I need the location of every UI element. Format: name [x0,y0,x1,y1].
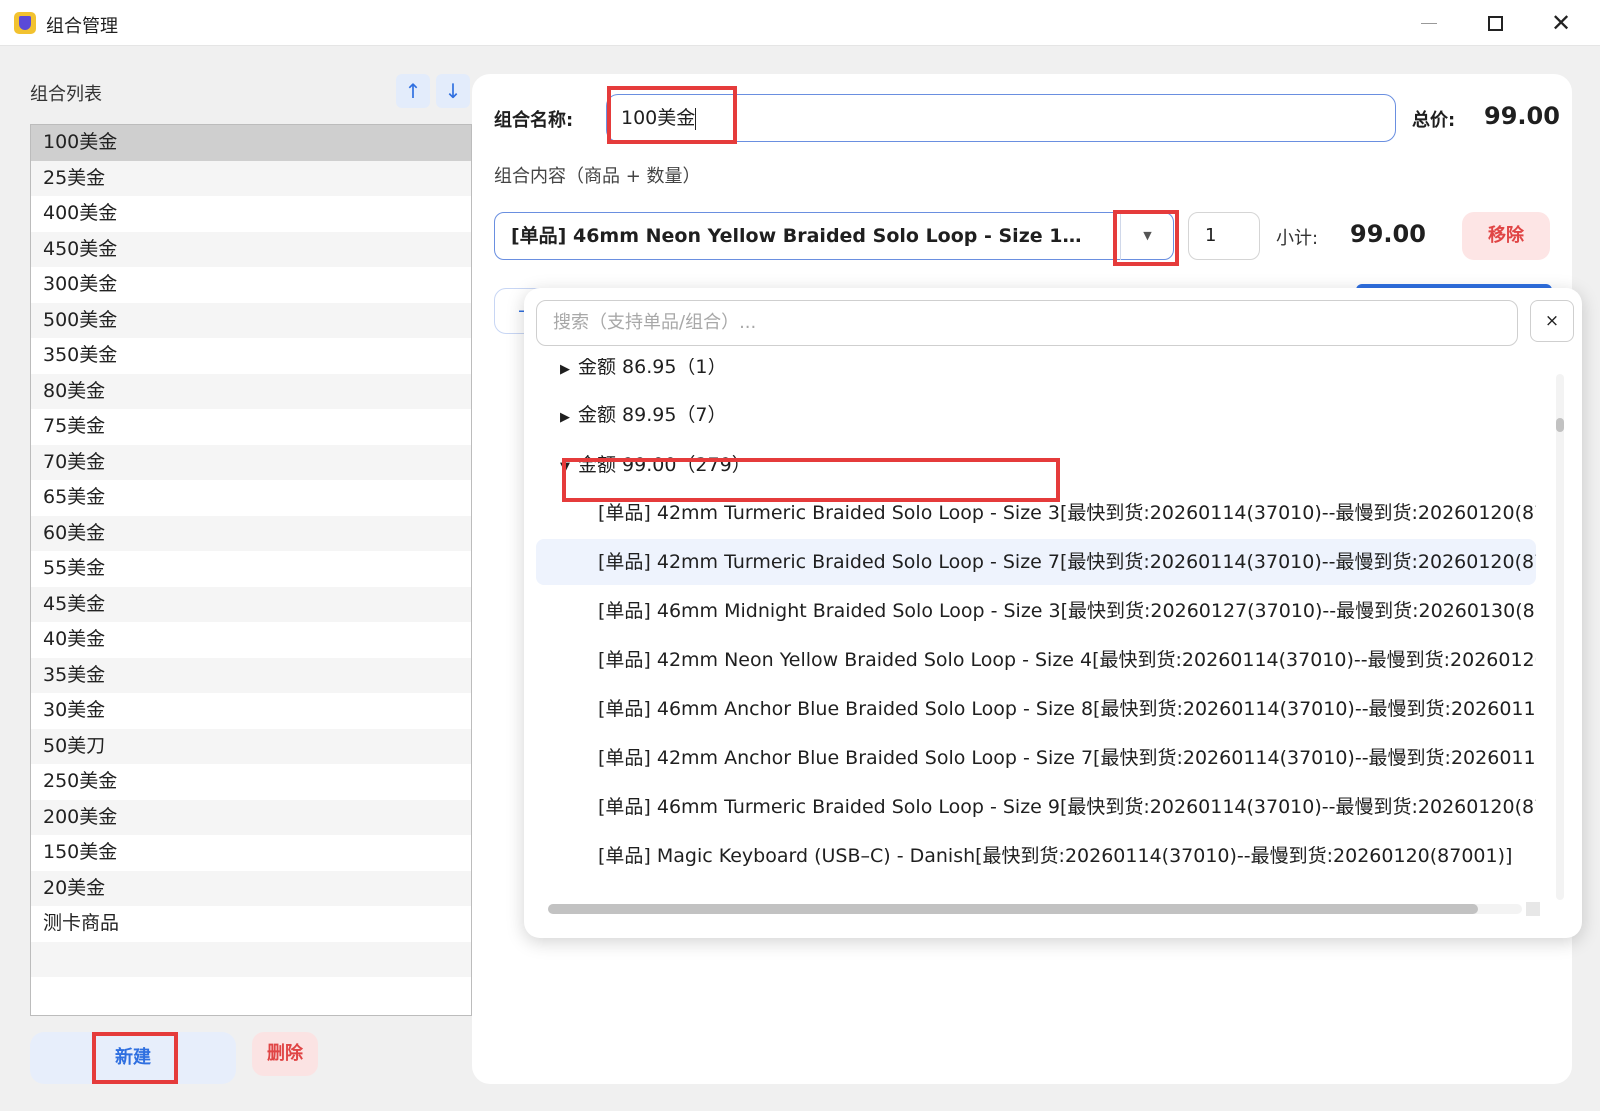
list-item-empty [31,941,471,977]
item-dropdown-popup: 搜索（支持单品/组合）... × ▶ 金额 86.95（1） ▶ 金额 89.95（7… [524,288,1582,938]
list-item-empty [31,977,471,1013]
scroll-corner [1526,902,1540,916]
tree-row-label: [单品] 42mm Turmeric Braided Solo Loop - S… [598,502,1536,524]
tree-item[interactable]: [单品] Magic Keyboard (USB–C) - Danish[最快到… [536,833,1536,879]
item-select-value: [单品] 46mm Neon Yellow Braided Solo Loop … [511,225,1091,247]
collapsed-triangle-icon[interactable]: ▶ [560,358,578,393]
tree-row-label: [单品] 42mm Anchor Blue Braided Solo Loop … [598,747,1536,769]
list-item[interactable]: 65美金 [31,480,471,516]
total-label: 总价: [1412,110,1456,131]
tree-item[interactable]: [单品] 42mm Turmeric Braided Solo Loop - S… [536,539,1536,585]
combo-content-label: 组合内容（商品 + 数量） [494,166,701,187]
tree-item[interactable]: [单品] 46mm Midnight Braided Solo Loop - S… [536,588,1536,634]
list-item[interactable]: 35美金 [31,657,471,693]
list-item[interactable]: 60美金 [31,515,471,551]
highlight-box-name [607,86,737,144]
list-item[interactable]: 300美金 [31,267,471,303]
delete-button[interactable]: 删除 [252,1032,318,1076]
tree-group[interactable]: ▶ 金额 89.95（7） [536,392,727,438]
list-item[interactable]: 测卡商品 [31,906,471,942]
list-item[interactable]: 150美金 [31,835,471,871]
vertical-scroll-thumb[interactable] [1556,418,1564,432]
list-item[interactable]: 45美金 [31,586,471,622]
maximize-button[interactable] [1462,0,1528,46]
list-item[interactable]: 55美金 [31,551,471,587]
close-icon: ✕ [1550,9,1572,37]
tree-row-label: [单品] 46mm Midnight Braided Solo Loop - S… [598,600,1536,622]
subtotal-value: 99.00 [1350,220,1426,248]
dropdown-search-input[interactable]: 搜索（支持单品/组合）... [536,300,1518,346]
tree-group-partial[interactable]: ▶ 金额 86.95（1） [536,358,727,390]
list-item[interactable]: 250美金 [31,764,471,800]
tree-row-label: 金额 89.95（7） [578,404,727,426]
list-item[interactable]: 400美金 [31,196,471,232]
combo-list-title: 组合列表 [30,84,102,105]
tree-item[interactable]: [单品] 42mm Anchor Blue Braided Solo Loop … [536,735,1536,781]
tree-row-label: [单品] 46mm Anchor Blue Braided Solo Loop … [598,698,1536,720]
list-item[interactable]: 450美金 [31,231,471,267]
remove-button[interactable]: 移除 [1462,212,1550,260]
list-item[interactable]: 75美金 [31,409,471,445]
window-title: 组合管理 [46,16,118,37]
item-tree: ▶ 金额 86.95（1） ▶ 金额 89.95（7） ▼ 金额 99.00（279） [单… [536,358,1536,888]
list-item[interactable]: 50美刀 [31,728,471,764]
minimize-button[interactable] [1396,0,1462,46]
list-item[interactable]: 40美金 [31,622,471,658]
list-item[interactable]: 80美金 [31,373,471,409]
close-button[interactable]: ✕ [1528,0,1594,46]
tree-item[interactable]: [单品] 42mm Neon Yellow Braided Solo Loop … [536,637,1536,683]
tree-row-label: 金额 86.95（1） [578,358,727,378]
clear-search-button[interactable]: × [1530,300,1574,342]
move-down-button[interactable]: ↓ [436,74,470,108]
app-shield-icon [14,12,36,34]
list-item[interactable]: 25美金 [31,160,471,196]
subtotal-label: 小计: [1276,228,1319,249]
quantity-input[interactable]: 1 [1188,212,1260,260]
highlight-box-dropdown [1113,210,1179,266]
item-select[interactable]: [单品] 46mm Neon Yellow Braided Solo Loop … [494,212,1174,260]
horizontal-scrollbar[interactable] [548,904,1522,914]
tree-row-label: [单品] 46mm Turmeric Braided Solo Loop - S… [598,796,1536,818]
vertical-scrollbar[interactable] [1556,374,1564,900]
move-up-button[interactable]: ↑ [396,74,430,108]
list-item[interactable]: 500美金 [31,302,471,338]
tree-row-label: [单品] Magic Keyboard (USB–C) - Danish[最快到… [598,845,1513,867]
tree-row-label: [单品] 42mm Neon Yellow Braided Solo Loop … [598,649,1536,671]
combo-list: 100美金 25美金 400美金 450美金 300美金 500美金 350美金 80美金 75… [30,124,472,1016]
highlight-box-new [92,1032,178,1084]
total-value: 99.00 [1484,102,1560,130]
list-item[interactable]: 100美金 [31,125,471,161]
list-item[interactable]: 70美金 [31,444,471,480]
collapsed-triangle-icon[interactable]: ▶ [560,395,578,441]
combo-name-label: 组合名称: [494,110,574,131]
tree-item[interactable]: [单品] 46mm Anchor Blue Braided Solo Loop … [536,686,1536,732]
list-item[interactable]: 200美金 [31,799,471,835]
list-item[interactable]: 350美金 [31,338,471,374]
title-bar: 组合管理 ✕ [0,0,1600,46]
list-item[interactable]: 20美金 [31,870,471,906]
horizontal-scroll-thumb[interactable] [548,904,1478,914]
minimize-icon [1421,22,1437,24]
maximize-icon [1487,15,1503,31]
highlight-box-group [562,458,1060,502]
tree-item[interactable]: [单品] 46mm Turmeric Braided Solo Loop - S… [536,784,1536,830]
tree-row-label: [单品] 42mm Turmeric Braided Solo Loop - S… [598,551,1536,573]
list-item[interactable]: 30美金 [31,693,471,729]
